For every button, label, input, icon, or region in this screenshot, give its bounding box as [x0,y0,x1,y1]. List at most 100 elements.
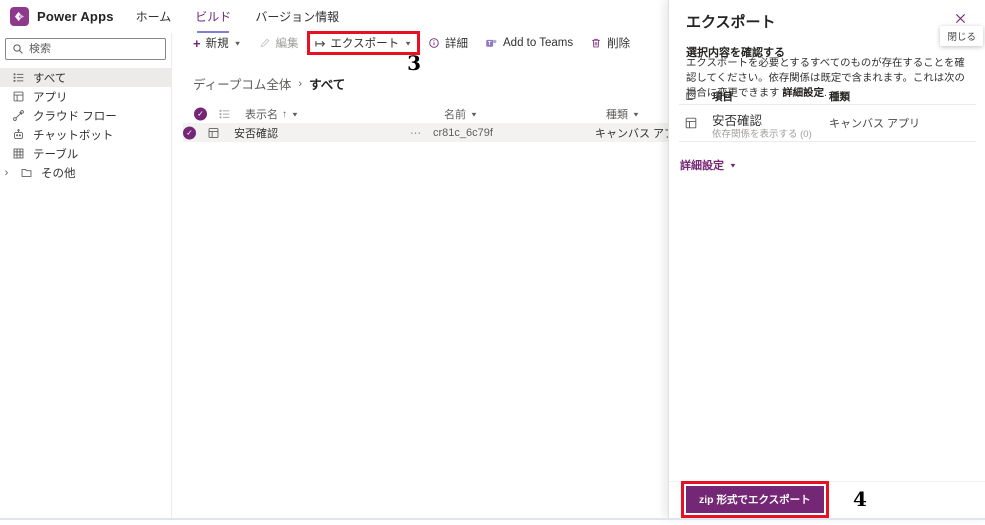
chevron-down-icon: ▼ [233,39,242,47]
export-item-type: キャンバス アプリ [829,118,921,130]
bullet-list-icon [11,71,25,84]
annotation-step-3: 3 [407,51,421,75]
list-type-icon [218,108,231,121]
chevron-down-icon: ▼ [632,110,640,118]
top-navigation: ホーム ビルド バージョン情報 [136,8,339,33]
row-display-name: 安否確認 [234,127,278,140]
export-column-type: 種類 [829,91,850,103]
chevron-down-icon: ▼ [729,161,737,169]
breadcrumb-environment[interactable]: ディープコム全体 [193,74,291,93]
sidebar-item-chatbots[interactable]: チャットボット [0,125,171,144]
sidebar-item-label: アプリ [33,91,68,104]
column-label: 表示名 [245,109,278,121]
sidebar: すべて アプリ クラウド フロー チャットボット テーブル [0,33,172,518]
chevron-down-icon: ▼ [291,110,299,118]
row-type: キャンバス アプ [595,127,676,140]
export-zip-button[interactable]: zip 形式でエクスポート [686,486,824,513]
search-box[interactable] [5,38,166,60]
sidebar-item-label: クラウド フロー [33,110,117,123]
objects-table: ✓ 表示名 ↑ ▼ 名前 ▼ 種類 ▼ ✓ 安否確認 ⋯ cr81c_6c79f… [172,105,675,142]
advanced-settings-label: 詳細設定 [680,160,724,172]
new-button-label: 新規 [205,38,229,50]
export-table-row: 安否確認 依存関係を表示する (0) キャンバス アプリ [679,105,976,142]
panel-title: エクスポート [686,14,776,31]
table-icon [11,147,25,160]
main-content: + 新規 ▼ 編集 ↦ エクスポート ▼ 3 詳細 T Add to Teams… [172,31,675,518]
app-title: Power Apps [37,9,114,24]
advanced-settings-link[interactable]: 詳細設定 ▼ [680,157,737,173]
search-icon [12,43,24,55]
power-apps-logo-icon[interactable] [10,7,29,26]
breadcrumb: ディープコム全体 › すべて [193,74,668,93]
pages-icon [684,89,697,102]
nav-version-info[interactable]: バージョン情報 [255,8,339,25]
sort-ascending-icon: ↑ [282,108,287,120]
annotation-box-3: ↦ エクスポート ▼ 3 [306,31,421,73]
column-header-name[interactable]: 名前 ▼ [444,106,478,122]
trash-icon [590,37,602,49]
sidebar-item-apps[interactable]: アプリ [0,87,171,106]
add-to-teams-label: Add to Teams [503,37,574,49]
show-dependencies-link[interactable]: 依存関係を表示する (0) [712,126,812,140]
sidebar-item-tables[interactable]: テーブル [0,144,171,163]
sidebar-item-label: テーブル [33,148,79,161]
chevron-down-icon: ▼ [404,39,412,47]
annotation-box-4: zip 形式でエクスポート [681,481,829,518]
search-input[interactable] [29,43,159,55]
column-label: 種類 [606,109,628,121]
table-row-anpi[interactable]: ✓ 安否確認 ⋯ cr81c_6c79f キャンバス アプ [183,123,675,142]
bottom-divider [0,518,985,520]
export-panel: エクスポート 閉じる 選択内容を確認する エクスポートを必要とするすべてのものが… [668,0,985,518]
power-apps-window: Power Apps ホーム ビルド バージョン情報 すべて アプリ [0,0,985,525]
sidebar-item-label: チャットボット [33,129,114,142]
edit-button[interactable]: 編集 [259,35,299,51]
chevron-right-icon[interactable]: › [2,167,11,179]
canvas-app-icon [684,116,698,130]
details-button-label: 詳細 [445,38,468,50]
table-header-row: ✓ 表示名 ↑ ▼ 名前 ▼ 種類 ▼ [183,105,668,123]
pencil-icon [259,37,271,49]
breadcrumb-separator-icon: › [298,77,303,90]
delete-button[interactable]: 削除 [590,35,630,51]
flow-icon [11,109,25,122]
top-bar: Power Apps ホーム ビルド バージョン情報 [0,0,668,33]
sidebar-item-label: その他 [41,167,76,180]
export-column-item: 項目 [712,91,733,103]
row-checkbox[interactable]: ✓ [183,126,196,139]
plus-icon: + [193,35,201,51]
export-button[interactable]: ↦ エクスポート ▼ [315,35,412,51]
annotation-step-4: 4 [853,487,867,511]
svg-text:T: T [488,41,492,47]
command-bar: + 新規 ▼ 編集 ↦ エクスポート ▼ 3 詳細 T Add to Teams… [172,31,668,73]
app-window-icon [11,90,25,103]
add-to-teams-button[interactable]: T Add to Teams [485,37,573,50]
chatbot-icon [11,128,25,141]
export-table-header: 項目 種類 [679,86,976,105]
edit-button-label: 編集 [275,38,299,50]
delete-button-label: 削除 [607,38,631,50]
chevron-down-icon: ▼ [470,110,478,118]
sidebar-item-cloud-flows[interactable]: クラウド フロー [0,106,171,125]
breadcrumb-current: すべて [309,78,346,92]
info-icon [428,37,440,49]
teams-icon: T [485,37,498,50]
sidebar-item-all[interactable]: すべて [0,68,171,87]
export-arrow-icon: ↦ [314,35,326,51]
row-actions-ellipsis[interactable]: ⋯ [410,126,422,139]
nav-home[interactable]: ホーム [136,8,172,25]
close-tooltip: 閉じる [940,26,983,46]
folder-icon [19,166,33,179]
export-button-label: エクスポート [330,38,400,50]
sidebar-item-label: すべて [33,72,67,85]
select-all-checkbox[interactable]: ✓ [194,107,207,121]
column-header-display-name[interactable]: 表示名 ↑ ▼ [245,106,299,122]
export-items-table: 項目 種類 安否確認 依存関係を表示する (0) キャンバス アプリ [679,86,976,142]
details-button[interactable]: 詳細 [428,35,468,51]
column-label: 名前 [444,109,466,121]
nav-build[interactable]: ビルド [195,8,231,33]
canvas-app-icon [207,126,220,139]
sidebar-item-other[interactable]: › その他 [0,163,171,182]
column-header-type[interactable]: 種類 ▼ [606,106,640,122]
new-button[interactable]: + 新規 ▼ [193,35,242,51]
row-name: cr81c_6c79f [433,126,493,139]
